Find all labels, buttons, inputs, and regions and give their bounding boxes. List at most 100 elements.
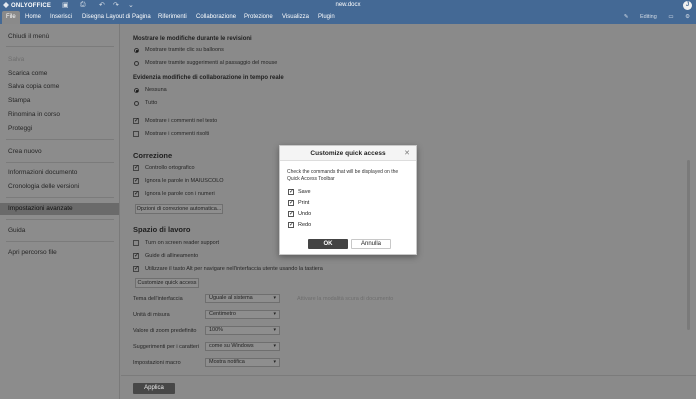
tab-insert[interactable]: Inserisci [50,14,72,20]
dialog-header: Customize quick access ✕ [280,146,416,161]
scrollbar[interactable] [687,160,690,330]
sidebar-item-open-location[interactable]: Apri percorso file [8,249,57,256]
dialog-description: Check the commands that will be displaye… [287,169,399,182]
checkbox-print[interactable]: ✓ [288,200,294,206]
highlight-opt2-label: Tutto [145,100,158,106]
highlight-heading: Evidenzia modifiche di collaborazione in… [133,75,284,81]
sidebar-item-advanced-settings[interactable]: Impostazioni avanzate [0,203,119,215]
ok-button[interactable]: OK [308,239,348,249]
apply-button[interactable]: Applica [133,383,175,394]
ignore-uppercase-label: Ignora le parole in MAIUSCOLO [145,178,224,184]
track-opt2-label: Mostrare tramite suggerimenti al passagg… [145,60,278,66]
checkbox-ignore-numbers[interactable]: ✓ [133,191,139,197]
divider [6,197,114,198]
close-icon[interactable]: ✕ [404,149,410,157]
autocorrect-options-button[interactable]: Opzioni di correzione automatica... [135,204,223,214]
workspace-heading: Spazio di lavoro [133,225,191,234]
cancel-button[interactable]: Annulla [351,239,391,249]
radio-tooltips[interactable] [134,61,139,66]
sidebar-item-create-new[interactable]: Crea nuovo [8,148,42,155]
settings-icon[interactable]: ⚙ [685,14,690,20]
title-bar: ONLYOFFICE ▣ ⎙ ↶ ↷ ⌄ new.docx J [0,0,696,11]
alignment-guides-label: Guide di allineamento [145,253,199,259]
radio-highlight-all[interactable] [134,101,139,106]
divider [6,241,114,242]
checkbox-redo[interactable]: ✓ [288,222,294,228]
radio-balloons[interactable] [134,48,139,53]
settings-footer: Applica [121,375,696,399]
sidebar-item-version-history[interactable]: Cronologia delle versioni [8,183,79,190]
checkbox-alignment-guides[interactable]: ✓ [133,253,139,259]
theme-value: Uguale al sistema [209,295,253,301]
zoom-label: Valore di zoom predefinito [133,328,197,334]
macro-value: Mostra notifica [209,359,245,365]
chevron-down-icon: ▾ [273,295,276,301]
tab-references[interactable]: Riferimenti [158,14,187,20]
tab-collaboration[interactable]: Collaborazione [196,14,236,20]
checkbox-comments-text[interactable]: ✓ [133,118,139,124]
sidebar-item-save-copy[interactable]: Salva copia come [8,83,59,90]
checkbox-undo[interactable]: ✓ [288,211,294,217]
theme-select[interactable]: Uguale al sistema ▾ [205,294,280,303]
alt-key-label: Utilizzare il tasto Alt per navigare nel… [145,266,323,272]
ignore-numbers-label: Ignora le parole con i numeri [145,191,215,197]
divider [6,46,114,47]
macro-select[interactable]: Mostra notifica ▾ [205,358,280,367]
highlight-opt1-label: Nessuna [145,87,167,93]
chevron-down-icon: ▾ [273,327,276,333]
checkbox-spell-check[interactable]: ✓ [133,165,139,171]
header-right-tools: ✎ Editing ▭ ⚙ [614,14,690,20]
customize-quick-access-dialog: Customize quick access ✕ Check the comma… [279,145,417,255]
dialog-title: Customize quick access [310,150,386,157]
sidebar-item-print[interactable]: Stampa [8,97,30,104]
chevron-down-icon: ▾ [273,359,276,365]
sidebar-item-save[interactable]: Salva [8,56,24,63]
theme-label: Tema dell'interfaccia [133,296,183,302]
screen-reader-label: Turn on screen reader support [145,240,220,246]
tab-protection[interactable]: Protezione [244,14,273,20]
save-option-label: Save [298,189,311,195]
sidebar-item-rename[interactable]: Rinomina in corso [8,111,60,118]
unit-select[interactable]: Centimetro ▾ [205,310,280,319]
comments-opt2-label: Mostrare i commenti risolti [145,131,210,137]
tab-draw[interactable]: Disegna [82,14,104,20]
radio-highlight-none[interactable] [134,88,139,93]
open-location-icon[interactable]: ▭ [668,14,673,20]
font-hinting-label: Suggerimenti per i caratteri [133,344,200,350]
zoom-select[interactable]: 100% ▾ [205,326,280,335]
tab-layout[interactable]: Layout di Pagina [106,14,151,20]
avatar[interactable]: J [683,1,692,10]
checkbox-resolved-comments[interactable] [133,131,139,137]
sidebar-item-protect[interactable]: Proteggi [8,125,32,132]
checkbox-alt-key[interactable]: ✓ [133,266,139,272]
divider [6,162,114,163]
checkbox-screen-reader[interactable] [133,240,139,246]
dark-document-hint: Attivare la modalità scura di documento [297,296,394,302]
sidebar-item-help[interactable]: Guida [8,227,25,234]
document-title: new.docx [335,2,361,8]
undo-option-label: Undo [298,211,312,217]
unit-label: Unità di misura [133,312,170,318]
divider [6,219,114,220]
print-option-label: Print [298,200,310,206]
sidebar-item-close-menu[interactable]: Chiudi il menù [8,33,49,40]
customize-quick-access-button[interactable]: Customize quick access [135,278,199,288]
chevron-down-icon: ▾ [273,343,276,349]
tab-home[interactable]: Home [25,14,41,20]
menu-bar: File Home Inserisci Disegna Layout di Pa… [0,11,696,24]
divider [6,139,114,140]
zoom-value: 100% [209,327,224,333]
editing-mode-label[interactable]: Editing [640,14,657,20]
comments-opt1-label: Mostrare i commenti nel testo [145,118,218,124]
chevron-down-icon: ▾ [273,311,276,317]
checkbox-ignore-uppercase[interactable]: ✓ [133,178,139,184]
tab-file[interactable]: File [2,11,20,24]
track-changes-heading: Mostrare le modifiche durante le revisio… [133,36,252,42]
sidebar-item-document-info[interactable]: Informazioni documento [8,169,77,176]
checkbox-save[interactable]: ✓ [288,189,294,195]
tab-view[interactable]: Visualizza [282,14,309,20]
tab-plugins[interactable]: Plugin [318,14,335,20]
sidebar-item-download-as[interactable]: Scarica come [8,70,47,77]
edit-icon[interactable]: ✎ [624,14,629,20]
font-hinting-select[interactable]: come su Windows ▾ [205,342,280,351]
